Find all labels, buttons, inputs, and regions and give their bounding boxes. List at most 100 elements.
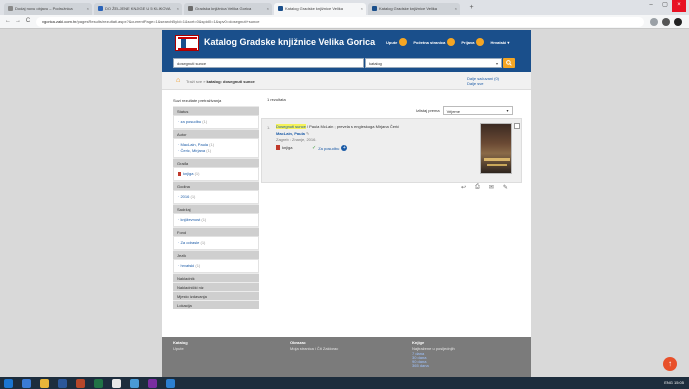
all-records-link[interactable]: Dalje sve bbox=[467, 81, 499, 86]
facet-sidebar: Suzi rezultate pretraživanja Status · za… bbox=[173, 97, 259, 309]
chevron-down-icon: ▾ bbox=[506, 108, 509, 113]
browser-tab-active[interactable]: Katalog Gradske knjižnice Velika × bbox=[274, 3, 366, 15]
close-icon[interactable]: × bbox=[455, 6, 457, 11]
footer-column-catalog: Katalog Upute bbox=[173, 340, 188, 352]
nav-help[interactable]: Upute bbox=[386, 38, 409, 46]
system-tray[interactable]: ENG 15:05 bbox=[664, 380, 684, 385]
facet-header-collection[interactable]: Fond bbox=[173, 227, 259, 236]
skype-icon[interactable] bbox=[130, 379, 139, 388]
site-header: Katalog Gradske knjižnice Velika Gorica … bbox=[162, 30, 531, 55]
profile-icon[interactable] bbox=[674, 18, 682, 26]
facet-header-year[interactable]: Godina bbox=[173, 181, 259, 190]
export-icon[interactable]: ↩ bbox=[461, 184, 466, 191]
start-icon[interactable] bbox=[4, 379, 13, 388]
facet-header-material[interactable]: Građa bbox=[173, 158, 259, 167]
excel-icon[interactable] bbox=[94, 379, 103, 388]
expand-plus-icon[interactable]: + bbox=[341, 145, 348, 151]
facet-item[interactable]: · Za odrasle (1) bbox=[178, 240, 254, 246]
check-icon: ✓ bbox=[312, 145, 317, 151]
close-icon[interactable]: × bbox=[361, 6, 363, 11]
email-icon[interactable]: ✉ bbox=[489, 184, 494, 191]
sort-label: Izlistaj prema bbox=[416, 108, 440, 113]
facet-item[interactable]: · 2016 (1) bbox=[178, 194, 254, 200]
close-window-icon[interactable]: × bbox=[672, 0, 686, 12]
close-icon[interactable]: × bbox=[267, 6, 269, 11]
print-icon[interactable]: ⎙ bbox=[475, 184, 480, 191]
browser-tab[interactable]: Katalog Gradske knjižnice Velika × bbox=[368, 3, 460, 15]
tab-label: Katalog Gradske knjižnice Velika bbox=[285, 6, 344, 11]
footer-link[interactable]: 365 dana bbox=[412, 364, 455, 368]
chrome-icon[interactable] bbox=[112, 379, 121, 388]
minimize-icon[interactable]: – bbox=[644, 0, 658, 12]
facet-header-author[interactable]: Autor bbox=[173, 129, 259, 138]
browser-tab[interactable]: Gradska knjižnica Velika Gorica × bbox=[184, 3, 272, 15]
facet-header-status[interactable]: Status bbox=[173, 106, 259, 115]
footer-link[interactable]: Moja stranica i Čit Zaklorac bbox=[290, 346, 338, 352]
facet-item[interactable]: · književnost (1) bbox=[178, 217, 254, 223]
facet-item[interactable]: · Čeric, Mirjana (1) bbox=[178, 148, 254, 154]
facet-item[interactable]: knjiga (1) bbox=[178, 171, 254, 177]
chevron-down-icon: ▾ bbox=[495, 61, 498, 66]
browser-tab[interactable]: DO ŽELJENE KNJIGE U 5 KLIKOVA × bbox=[94, 3, 182, 15]
word-icon[interactable] bbox=[58, 379, 67, 388]
browser-tab[interactable]: Dodaj novu objavu – Podružnica × bbox=[4, 3, 92, 15]
facet-body: · za posudbu (1) bbox=[173, 115, 259, 129]
language-select[interactable]: Hrvatski ▾ bbox=[490, 40, 509, 45]
result-publication: Zagreb : Znanje, 2016. bbox=[276, 137, 317, 142]
tab-label: DO ŽELJENE KNJIGE U 5 KLIKOVA bbox=[105, 6, 171, 11]
facet-body: · književnost (1) bbox=[173, 213, 259, 227]
facet-item[interactable]: · za posudbu (1) bbox=[178, 119, 254, 125]
footer-link[interactable]: Upute bbox=[173, 346, 188, 352]
url-field[interactable]: vgorica.zaki.com.hr/pagesResults/rezulta… bbox=[36, 17, 644, 27]
close-icon[interactable]: × bbox=[87, 6, 89, 11]
search-button[interactable] bbox=[503, 58, 515, 68]
result-availability[interactable]: ✓ Za posudbu + bbox=[312, 145, 348, 151]
result-select-checkbox[interactable] bbox=[514, 123, 520, 129]
result-title[interactable]: Dosegnuti sunce / Paula McLain ; prevela… bbox=[276, 124, 399, 129]
result-author[interactable]: MacLain, Paula ✎ bbox=[276, 131, 309, 136]
facet-body: · MacLain, Paula (1) · Čeric, Mirjana (1… bbox=[173, 138, 259, 158]
close-icon[interactable]: × bbox=[177, 6, 179, 11]
result-material-type: knjiga bbox=[276, 145, 292, 150]
folder-icon[interactable] bbox=[40, 379, 49, 388]
reload-icon[interactable]: C bbox=[24, 18, 32, 26]
ie-icon[interactable] bbox=[22, 379, 31, 388]
tab-label: Gradska knjižnica Velika Gorica bbox=[195, 6, 252, 11]
result-number: 1. bbox=[267, 125, 271, 130]
window-controls: – ▢ × bbox=[644, 0, 686, 12]
scroll-to-top-button[interactable]: ↑ bbox=[663, 357, 677, 371]
nav-login[interactable]: Prijava bbox=[461, 38, 486, 46]
facet-header-place[interactable]: Mjesto izdavanja bbox=[173, 291, 259, 300]
footer-column-books: Knjige Najtražene u posljednjih 7 dana 3… bbox=[412, 340, 455, 368]
tab-label: Katalog Gradske knjižnice Velika bbox=[379, 6, 438, 11]
tab-favicon-icon bbox=[372, 6, 377, 12]
maximize-icon[interactable]: ▢ bbox=[658, 0, 672, 12]
search-input[interactable]: dosegnuti sunce bbox=[173, 58, 364, 68]
facet-header-language[interactable]: Jezik bbox=[173, 250, 259, 259]
facet-header-location[interactable]: Lokacija bbox=[173, 300, 259, 309]
extension-icon[interactable] bbox=[650, 18, 658, 26]
facet-header-publisher[interactable]: Nakladnik bbox=[173, 273, 259, 282]
powerpoint-icon[interactable] bbox=[76, 379, 85, 388]
sort-select[interactable]: Vrijeme ▾ bbox=[442, 106, 513, 115]
os-taskbar: ENG 15:05 bbox=[0, 377, 689, 389]
facet-item[interactable]: · hrvatski (1) bbox=[178, 263, 254, 269]
app-icon[interactable] bbox=[148, 379, 157, 388]
book-cover-image[interactable] bbox=[480, 123, 512, 174]
top-navigation: Upute Početna stranica Prijava Hrvatski … bbox=[386, 38, 509, 46]
facet-header-content[interactable]: Sadržaj bbox=[173, 204, 259, 213]
extension-icon[interactable] bbox=[662, 18, 670, 26]
back-arrow-icon[interactable]: ← bbox=[4, 18, 12, 26]
breadcrumb-link[interactable]: Traži sve » bbox=[186, 79, 205, 84]
search-scope-select[interactable]: katalog ▾ bbox=[365, 58, 502, 68]
site-title[interactable]: Katalog Gradske knjižnice Velika Gorica bbox=[204, 37, 375, 47]
forward-arrow-icon[interactable]: → bbox=[14, 18, 22, 26]
facet-header-series[interactable]: Nakladnički niz bbox=[173, 282, 259, 291]
edit-icon[interactable]: ✎ bbox=[503, 184, 508, 191]
tab-label: Dodaj novu objavu – Podružnica bbox=[15, 6, 73, 11]
library-logo[interactable] bbox=[175, 35, 199, 51]
nav-home[interactable]: Početna stranica bbox=[413, 38, 457, 46]
home-icon[interactable]: ⌂ bbox=[176, 77, 183, 84]
new-tab-button[interactable]: + bbox=[467, 4, 476, 13]
app-icon[interactable] bbox=[166, 379, 175, 388]
